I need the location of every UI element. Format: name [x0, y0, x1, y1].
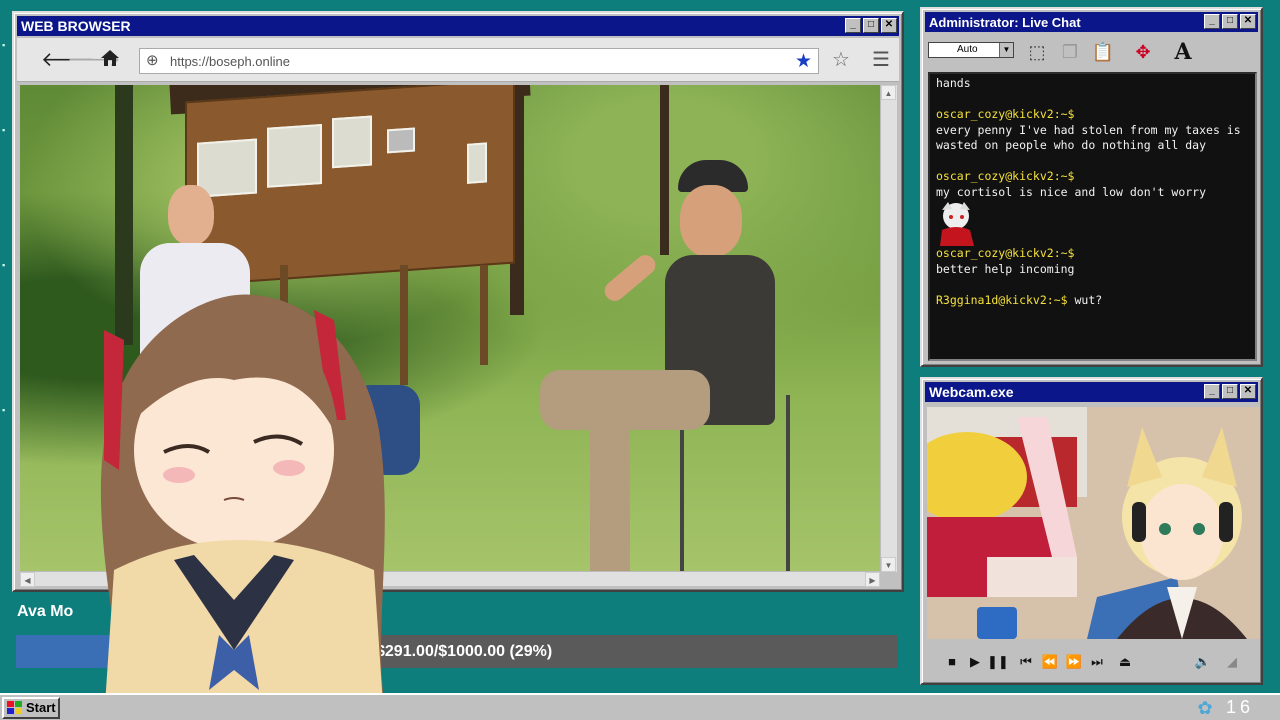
minimize-button[interactable]: _	[845, 18, 861, 33]
font-size-value: Auto	[957, 44, 978, 55]
cabin-window	[267, 123, 322, 188]
maximize-button[interactable]: □	[863, 18, 879, 33]
cabin-stilt	[480, 265, 488, 365]
font-icon[interactable]: A	[1168, 37, 1198, 67]
stop-icon[interactable]: ■	[942, 652, 962, 672]
address-bar[interactable]: ⊕ https://boseph.online ★	[139, 48, 819, 74]
chat-message-text: better help incoming	[936, 261, 1075, 276]
clock: 16	[1226, 697, 1255, 717]
globe-icon: ⊕	[146, 52, 159, 69]
copy-icon[interactable]: ❐	[1055, 37, 1085, 67]
webcam-window: Webcam.exe _ □ ✕ ■ ▶ ❚❚ ⏮ ⏪ ⏩ ⏭ ⏏ 🔈 ◢	[920, 377, 1263, 685]
minimize-button[interactable]: _	[1204, 14, 1220, 29]
chat-username: oscar_cozy@kickv2:~$	[936, 107, 1075, 121]
cabin-window	[332, 115, 372, 169]
streamer-name-label: Ava Mo	[17, 603, 74, 620]
desktop-icon[interactable]: ▪	[2, 125, 12, 135]
pause-icon[interactable]: ❚❚	[987, 652, 1009, 672]
scroll-up-arrow-icon[interactable]: ▲	[881, 85, 896, 100]
skip-forward-icon[interactable]: ⏭	[1087, 652, 1107, 672]
forward-arrow-icon[interactable]: 🡒	[67, 48, 121, 72]
cabin-window	[467, 142, 487, 184]
taskbar: Start ✿ 16	[0, 693, 1280, 720]
start-button[interactable]: Start	[2, 697, 60, 719]
chat-title: Administrator: Live Chat	[929, 15, 1081, 30]
fast-forward-icon[interactable]: ⏩	[1064, 652, 1084, 672]
desktop-icon[interactable]: ▪	[2, 405, 12, 415]
chat-toolbar: Auto ▼ ⬚ ❐ 📋 ✥ A	[925, 34, 1258, 72]
browser-navbar: 🡐 🡒 ⊕ https://boseph.online ★ ☆ ☰	[17, 38, 899, 82]
rewind-icon[interactable]: ⏪	[1040, 652, 1060, 672]
browser-title: WEB BROWSER	[21, 18, 131, 34]
maximize-button[interactable]: □	[1222, 384, 1238, 399]
volume-icon[interactable]: 🔈	[1193, 652, 1213, 672]
paste-icon[interactable]: 📋	[1088, 37, 1118, 67]
air-conditioner	[387, 127, 415, 154]
font-size-select[interactable]: Auto ▼	[928, 42, 1014, 58]
favorites-star-icon[interactable]: ☆	[829, 48, 853, 72]
vtuber-avatar	[84, 270, 394, 720]
volume-slider[interactable]: ◢	[1221, 652, 1243, 672]
chat-log[interactable]: hands oscar_cozy@kickv2:~$ every penny I…	[928, 72, 1257, 361]
chevron-down-icon: ▼	[999, 43, 1013, 57]
scroll-left-arrow-icon[interactable]: ◀	[20, 572, 35, 587]
chat-message-text: wut?	[1074, 292, 1103, 307]
scroll-right-arrow-icon[interactable]: ▶	[865, 572, 880, 587]
eject-icon[interactable]: ⏏	[1115, 652, 1135, 672]
close-button[interactable]: ✕	[1240, 384, 1256, 399]
chat-message-text: every penny I've had stolen from my taxe…	[936, 122, 1241, 153]
desktop-icon[interactable]: ▪	[2, 260, 12, 270]
webcam-view	[927, 407, 1260, 639]
menu-icon[interactable]: ☰	[869, 48, 893, 72]
chat-window: Administrator: Live Chat _ □ ✕ Auto ▼ ⬚ …	[920, 7, 1263, 367]
skip-back-icon[interactable]: ⏮	[1016, 652, 1036, 672]
chat-username: R3ggina1d@kickv2:~$	[936, 292, 1068, 307]
maximize-button[interactable]: □	[1222, 14, 1238, 29]
move-icon[interactable]: ✥	[1128, 37, 1158, 67]
close-button[interactable]: ✕	[881, 18, 897, 33]
minimize-button[interactable]: _	[1204, 384, 1220, 399]
browser-titlebar[interactable]: WEB BROWSER _ □ ✕	[17, 16, 899, 36]
select-icon[interactable]: ⬚	[1022, 37, 1052, 67]
close-button[interactable]: ✕	[1240, 14, 1256, 29]
chat-message-text: hands	[936, 76, 971, 90]
url-text: https://boseph.online	[170, 54, 290, 69]
chat-message-text: my cortisol is nice and low don't worry	[936, 184, 1207, 199]
vertical-scrollbar[interactable]: ▲ ▼	[880, 85, 897, 572]
play-icon[interactable]: ▶	[965, 652, 985, 672]
chat-titlebar[interactable]: Administrator: Live Chat _ □ ✕	[925, 12, 1258, 32]
network-icon[interactable]: ✿	[1194, 697, 1216, 719]
start-label: Start	[26, 700, 56, 715]
webcam-titlebar[interactable]: Webcam.exe _ □ ✕	[925, 382, 1258, 402]
desktop-icon[interactable]: ▪	[2, 40, 12, 50]
home-icon[interactable]	[98, 48, 122, 72]
guest-figure	[540, 160, 810, 572]
bookmark-star-icon[interactable]: ★	[795, 50, 812, 73]
webcam-title: Webcam.exe	[929, 384, 1014, 400]
media-controls: ■ ▶ ❚❚ ⏮ ⏪ ⏩ ⏭ ⏏ 🔈 ◢	[925, 643, 1258, 681]
chat-username: oscar_cozy@kickv2:~$	[936, 246, 1075, 260]
chat-username: oscar_cozy@kickv2:~$	[936, 169, 1075, 183]
back-arrow-icon[interactable]: 🡐	[41, 48, 95, 72]
windows-logo-icon	[7, 701, 23, 715]
scroll-down-arrow-icon[interactable]: ▼	[881, 557, 896, 572]
cabin-stilt	[400, 265, 408, 385]
chat-sticker	[936, 200, 978, 246]
donation-goal-text: $291.00/$1000.00 (29%)	[376, 643, 553, 660]
